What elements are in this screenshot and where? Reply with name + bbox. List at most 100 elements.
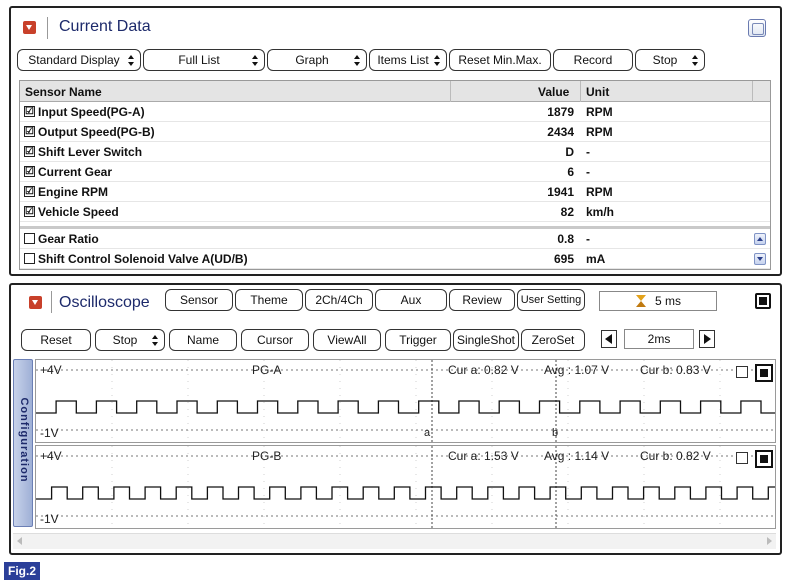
column-divider	[752, 81, 753, 102]
stop-mode-select[interactable]: Stop	[95, 329, 165, 351]
cursor-b-readout: Cur b: 0.82 V	[640, 449, 711, 463]
sensor-value: 1879	[547, 105, 574, 119]
sensor-unit: -	[586, 232, 590, 246]
sensor-unit: RPM	[586, 185, 613, 199]
graph-select[interactable]: Graph	[267, 49, 367, 71]
sensor-value: 6	[567, 165, 574, 179]
row-checkbox[interactable]: ☑	[24, 146, 35, 157]
aux-button[interactable]: Aux	[375, 289, 447, 311]
row-checkbox[interactable]: ☑	[24, 206, 35, 217]
bottom-level-label: -1V	[40, 512, 59, 526]
bottom-level-label: -1V	[40, 426, 59, 440]
reset-min-max-button[interactable]: Reset Min.Max.	[449, 49, 551, 71]
column-divider	[450, 81, 451, 102]
hourglass-icon	[635, 295, 647, 307]
channel-pg-a: +4V PG-A Cur a: 0.82 V Avg : 1.07 V Cur …	[35, 359, 776, 443]
stop-select[interactable]: Stop	[635, 49, 705, 71]
scroll-up-icon[interactable]	[754, 233, 766, 245]
channel-stop-icon[interactable]	[755, 450, 773, 468]
sensor-name: Input Speed(PG-A)	[38, 105, 145, 119]
table-row[interactable]: ☑ Engine RPM 1941 RPM	[20, 182, 770, 202]
cursor-b-marker[interactable]: b	[552, 427, 558, 439]
timebase-display: 2ms	[624, 329, 694, 349]
channel-stop-icon[interactable]	[755, 364, 773, 382]
collapse-icon[interactable]	[29, 296, 42, 309]
timebase-decrease-icon[interactable]	[601, 330, 617, 348]
cursor-b-readout: Cur b: 0.83 V	[640, 363, 711, 377]
sensor-value: 2434	[547, 125, 574, 139]
oscilloscope-panel: Oscilloscope Sensor Theme 2Ch/4Ch Aux Re…	[9, 283, 782, 555]
cursor-button[interactable]: Cursor	[241, 329, 309, 351]
single-shot-button[interactable]: SingleShot	[453, 329, 519, 351]
review-button[interactable]: Review	[449, 289, 515, 311]
title-divider	[51, 291, 52, 313]
scroll-left-icon[interactable]	[17, 537, 22, 545]
table-row[interactable]: Shift Control Solenoid Valve A(UD/B) 695…	[20, 249, 770, 269]
panel-title: Current Data	[59, 18, 151, 35]
scroll-down-icon[interactable]	[754, 253, 766, 265]
name-button[interactable]: Name	[169, 329, 237, 351]
row-checkbox[interactable]: ☑	[24, 106, 35, 117]
row-checkbox[interactable]	[24, 233, 35, 244]
record-button[interactable]: Record	[553, 49, 633, 71]
cursor-a-readout: Cur a: 1.53 V	[448, 449, 519, 463]
table-row[interactable]: ☑ Shift Lever Switch D -	[20, 142, 770, 162]
sensor-value: 695	[553, 252, 574, 266]
sensor-value: D	[565, 145, 574, 159]
theme-button[interactable]: Theme	[235, 289, 303, 311]
table-row[interactable]: ☑ Vehicle Speed 82 km/h	[20, 202, 770, 222]
row-checkbox[interactable]: ☑	[24, 186, 35, 197]
sensor-button[interactable]: Sensor	[165, 289, 233, 311]
items-list-select[interactable]: Items List	[369, 49, 447, 71]
sensor-value: 1941	[547, 185, 574, 199]
list-mode-select[interactable]: Full List	[143, 49, 265, 71]
average-readout: Avg : 1.07 V	[544, 363, 610, 377]
channel-pg-b: +4V PG-B Cur a: 1.53 V Avg : 1.14 V Cur …	[35, 445, 776, 529]
spinner-icon	[252, 55, 259, 66]
sample-time-display: 5 ms	[599, 291, 717, 311]
reset-button[interactable]: Reset	[21, 329, 91, 351]
stop-icon[interactable]	[755, 293, 771, 309]
average-readout: Avg : 1.14 V	[544, 449, 610, 463]
timebase-increase-icon[interactable]	[699, 330, 715, 348]
cursor-a-marker[interactable]: a	[424, 427, 430, 439]
sensor-unit: -	[586, 145, 590, 159]
row-checkbox[interactable]: ☑	[24, 126, 35, 137]
sensor-name: Engine RPM	[38, 185, 109, 199]
table-row[interactable]: ☑ Input Speed(PG-A) 1879 RPM	[20, 102, 770, 122]
collapse-icon[interactable]	[23, 21, 36, 34]
column-header-sensor-name: Sensor Name	[25, 85, 102, 99]
channel-count-button[interactable]: 2Ch/4Ch	[305, 289, 373, 311]
table-header: Sensor Name Value Unit	[20, 81, 770, 102]
row-checkbox[interactable]	[24, 253, 35, 264]
spinner-icon	[434, 55, 441, 66]
row-checkbox[interactable]: ☑	[24, 166, 35, 177]
view-all-button[interactable]: ViewAll	[313, 329, 381, 351]
table-row[interactable]: ☑ Current Gear 6 -	[20, 162, 770, 182]
title-divider	[47, 17, 48, 39]
channel-visible-checkbox[interactable]	[736, 452, 748, 464]
table-row[interactable]: Gear Ratio 0.8 -	[20, 229, 770, 249]
channel-name: PG-A	[252, 363, 282, 377]
user-setting-button[interactable]: User Setting	[517, 289, 585, 311]
horizontal-scrollbar[interactable]	[13, 533, 776, 549]
square-wave-trace	[36, 486, 775, 500]
panel-title: Oscilloscope	[59, 294, 150, 311]
column-header-value: Value	[538, 85, 570, 99]
display-mode-select[interactable]: Standard Display	[17, 49, 141, 71]
column-header-unit: Unit	[586, 85, 610, 99]
trigger-button[interactable]: Trigger	[385, 329, 451, 351]
sensor-name: Shift Lever Switch	[38, 145, 143, 159]
spinner-icon	[692, 55, 699, 66]
scroll-right-icon[interactable]	[767, 537, 772, 545]
sensor-data-table: Sensor Name Value Unit ☑ Input Speed(PG-…	[19, 80, 771, 270]
sensor-value: 0.8	[557, 232, 574, 246]
channel-visible-checkbox[interactable]	[736, 366, 748, 378]
table-row[interactable]: ☑ Output Speed(PG-B) 2434 RPM	[20, 122, 770, 142]
sensor-unit: RPM	[586, 125, 613, 139]
sensor-unit: RPM	[586, 105, 613, 119]
zero-set-button[interactable]: ZeroSet	[521, 329, 585, 351]
maximize-icon[interactable]	[748, 19, 766, 37]
top-level-label: +4V	[40, 363, 62, 377]
configuration-tab[interactable]: Configuration	[13, 359, 33, 527]
